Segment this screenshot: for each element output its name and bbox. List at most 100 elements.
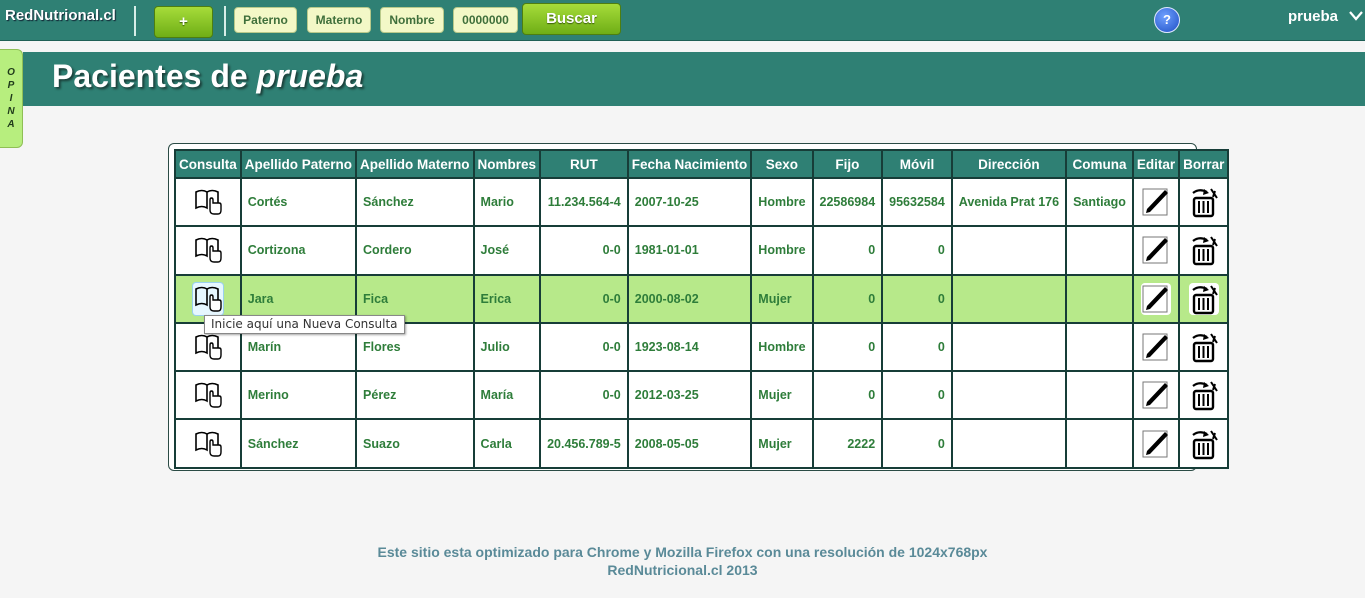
nombres-cell: Carla: [472, 418, 542, 469]
edit-cell: [1131, 225, 1181, 276]
opina-letter: O: [7, 67, 15, 78]
fijo-cell: 2222: [811, 418, 884, 469]
apellido-paterno-cell: Merino: [239, 370, 358, 421]
movil-cell: 95632584: [881, 176, 953, 228]
delete-cell: [1178, 321, 1230, 373]
book-hand-icon[interactable]: [193, 379, 223, 411]
movil-cell: 0: [881, 225, 953, 276]
edit-cell: [1131, 273, 1181, 324]
comuna-cell: [1065, 273, 1134, 324]
opina-letter: A: [7, 119, 15, 130]
consult-cell: [174, 225, 242, 276]
opina-tab[interactable]: O P I N A: [0, 49, 23, 148]
direccion-cell: [950, 370, 1068, 421]
column-header: Apellido Materno: [355, 149, 475, 179]
table-row: Cortés Sánchez Mario 11.234.564-4 2007-10-25…: [174, 176, 1230, 228]
fecha-nacimiento-cell: 2012-03-25: [626, 370, 753, 421]
paterno-field[interactable]: Paterno: [234, 7, 297, 33]
apellido-materno-cell: Sánchez: [355, 176, 475, 228]
apellido-paterno-cell: Sánchez: [239, 418, 358, 469]
consult-cell: [174, 418, 242, 469]
fecha-nacimiento-cell: 1981-01-01: [626, 225, 753, 276]
consult-cell: [174, 370, 242, 421]
column-header: Móvil: [881, 149, 953, 179]
column-header: Nombres: [472, 149, 542, 179]
table-row: Cortizona Cordero José 0-0 1981-01-01 Hombre 0…: [174, 225, 1230, 276]
top-bar: RedNutrional.cl + Paterno Materno Nombre…: [0, 0, 1365, 41]
fecha-nacimiento-cell: 1923-08-14: [626, 321, 753, 373]
column-header: Sexo: [750, 149, 814, 179]
column-header: RUT: [539, 149, 629, 179]
column-header: Dirección: [950, 149, 1068, 179]
nombre-field[interactable]: Nombre: [380, 7, 444, 33]
pencil-icon[interactable]: [1140, 282, 1171, 315]
rut-cell: 0-0: [539, 225, 629, 276]
direccion-cell: [950, 273, 1068, 324]
footer-notice: Este sitio esta optimizado para Chrome y…: [377, 544, 988, 560]
trash-icon[interactable]: [1189, 234, 1219, 266]
book-hand-icon[interactable]: [193, 186, 223, 218]
pencil-icon[interactable]: [1141, 186, 1171, 218]
comuna-cell: [1065, 418, 1134, 469]
pencil-icon[interactable]: [1141, 331, 1171, 363]
footer-copyright: RedNutricional.cl 2013: [607, 562, 758, 578]
rut-cell: 0-0: [539, 370, 629, 421]
nombres-cell: Mario: [472, 176, 542, 228]
column-header: Borrar: [1178, 149, 1230, 179]
comuna-cell: [1065, 225, 1134, 276]
brand-logo[interactable]: RedNutrional.cl: [5, 7, 116, 24]
nombres-cell: Erica: [472, 273, 542, 324]
nombres-cell: José: [472, 225, 542, 276]
delete-cell: [1178, 225, 1230, 276]
direccion-cell: Avenida Prat 176: [950, 176, 1068, 228]
user-menu[interactable]: prueba: [1288, 8, 1364, 25]
edit-cell: [1131, 176, 1181, 228]
user-name: prueba: [1288, 8, 1339, 25]
fijo-cell: 22586984: [811, 176, 884, 228]
trash-icon[interactable]: [1188, 282, 1219, 315]
table-row: Merino Pérez María 0-0 2012-03-25 Mujer 0 0: [174, 370, 1230, 421]
sexo-cell: Hombre: [750, 225, 814, 276]
comuna-cell: [1065, 370, 1134, 421]
divider: [134, 6, 136, 36]
opina-letter: P: [7, 80, 15, 91]
trash-icon[interactable]: [1189, 331, 1219, 363]
patients-table-container: Consulta Apellido Paterno Apellido Mater…: [168, 143, 1230, 471]
sexo-cell: Mujer: [750, 273, 814, 324]
page-title-prefix: Pacientes de: [52, 58, 257, 94]
direccion-cell: [950, 418, 1068, 469]
book-hand-icon[interactable]: [192, 282, 223, 315]
table-row: Sánchez Suazo Carla 20.456.789-5 2008-05-05 M…: [174, 418, 1230, 469]
sexo-cell: Hombre: [750, 176, 814, 228]
patients-table: Consulta Apellido Paterno Apellido Mater…: [174, 149, 1230, 469]
fijo-cell: 0: [811, 321, 884, 373]
add-patient-button[interactable]: +: [154, 6, 213, 38]
trash-icon[interactable]: [1189, 428, 1219, 460]
book-hand-icon[interactable]: [193, 234, 223, 266]
materno-field[interactable]: Materno: [307, 7, 371, 33]
nombres-cell: María: [472, 370, 542, 421]
column-header: Apellido Paterno: [239, 149, 358, 179]
opina-letter: N: [7, 106, 15, 117]
book-hand-icon[interactable]: [193, 428, 223, 460]
apellido-materno-cell: Suazo: [355, 418, 475, 469]
column-header: Consulta: [174, 149, 242, 179]
fijo-cell: 0: [811, 370, 884, 421]
pencil-icon[interactable]: [1141, 379, 1171, 411]
pencil-icon[interactable]: [1141, 234, 1171, 266]
apellido-paterno-cell: Cortés: [239, 176, 358, 228]
trash-icon[interactable]: [1189, 186, 1219, 218]
trash-icon[interactable]: [1189, 379, 1219, 411]
rut-cell: 20.456.789-5: [539, 418, 629, 469]
consult-cell: [174, 176, 242, 228]
rut-cell: 0-0: [539, 321, 629, 373]
pencil-icon[interactable]: [1141, 428, 1171, 460]
search-button[interactable]: Buscar: [522, 3, 621, 35]
direccion-cell: [950, 321, 1068, 373]
book-hand-icon[interactable]: [193, 331, 223, 363]
apellido-paterno-cell: Cortizona: [239, 225, 358, 276]
column-header: Comuna: [1065, 149, 1134, 179]
rut-field[interactable]: 0000000: [453, 7, 518, 33]
comuna-cell: [1065, 321, 1134, 373]
help-icon[interactable]: ?: [1154, 7, 1180, 33]
